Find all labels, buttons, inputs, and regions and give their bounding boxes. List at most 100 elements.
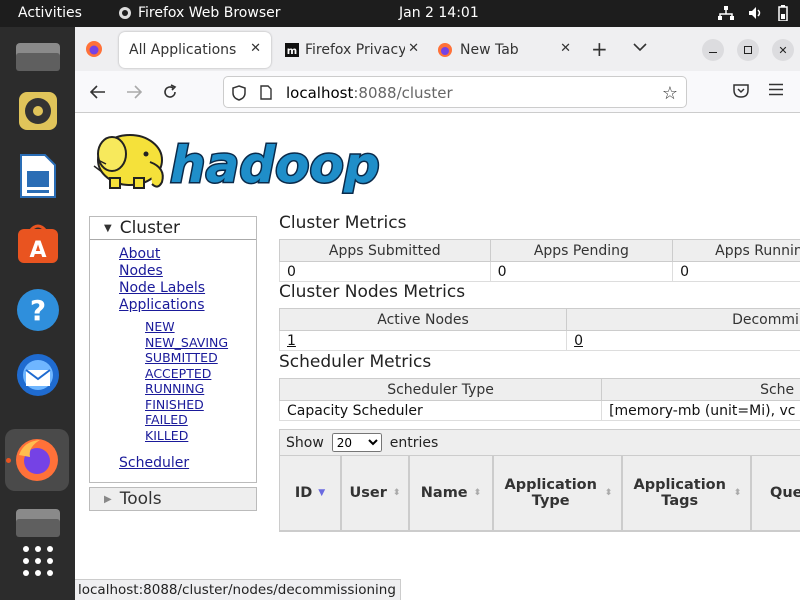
cluster-metrics-table: Apps Submitted Apps Pending Apps Runnin … (279, 239, 800, 282)
maximize-icon[interactable] (737, 39, 759, 61)
cluster-title: Cluster (119, 218, 181, 238)
sidebar-link-applications[interactable]: Applications (119, 297, 256, 314)
minimize-icon[interactable] (702, 39, 724, 61)
reload-icon[interactable] (158, 81, 182, 103)
sidebar-link-about[interactable]: About (119, 246, 256, 263)
hadoop-logo: hadoop (93, 134, 381, 196)
writer-dock-icon[interactable] (12, 150, 64, 202)
column-header-user[interactable]: User ⬍ (341, 456, 409, 531)
sidebar-link-node-labels[interactable]: Node Labels (119, 280, 256, 297)
tab-label: All Applications (129, 42, 237, 58)
firefox-view-icon[interactable] (85, 40, 103, 62)
sidebar-link-scheduler[interactable]: Scheduler (119, 455, 256, 472)
tab-new-tab[interactable]: New Tab ✕ (431, 32, 581, 68)
close-icon[interactable]: ✕ (250, 41, 261, 56)
node-metrics-title: Cluster Nodes Metrics (279, 282, 466, 302)
firefox-dock-icon[interactable] (5, 429, 69, 491)
state-link-submitted[interactable]: SUBMITTED (145, 350, 256, 366)
new-tab-plus-icon[interactable]: + (591, 37, 608, 61)
state-link-finished[interactable]: FINISHED (145, 397, 256, 413)
url-bar[interactable]: localhost:8088/cluster ☆ (223, 76, 687, 108)
volume-icon (749, 7, 761, 19)
table-cell: 0 (672, 261, 800, 282)
dock: A ? (0, 27, 75, 600)
column-header-id[interactable]: ID ▼ (279, 456, 341, 531)
back-arrow-icon[interactable] (86, 81, 110, 103)
state-link-new-saving[interactable]: NEW_SAVING (145, 335, 256, 351)
sidebar: ▼ Cluster About Nodes Node Labels Applic… (89, 216, 257, 511)
sidebar-link-nodes[interactable]: Nodes (119, 263, 256, 280)
tab-firefox-privacy[interactable]: m Firefox Privacy ✕ (279, 32, 429, 68)
battery-icon (778, 5, 788, 21)
window-close-icon[interactable]: ✕ (772, 39, 794, 61)
column-header: Apps Pending (489, 239, 674, 262)
tools-title: Tools (119, 489, 162, 509)
column-header-label: Name (420, 485, 468, 501)
decommissioning-nodes-link[interactable]: 0 (574, 333, 583, 349)
shield-icon[interactable] (232, 85, 246, 105)
state-link-accepted[interactable]: ACCEPTED (145, 366, 256, 382)
system-tray[interactable] (718, 5, 788, 21)
collapse-triangle-icon: ▼ (104, 222, 112, 234)
thunderbird-dock-icon[interactable] (12, 349, 64, 401)
svg-text:hadoop: hadoop (170, 136, 380, 194)
url-host: localhost (286, 84, 354, 102)
clock[interactable]: Jan 2 14:01 (399, 5, 479, 21)
pocket-icon[interactable] (733, 83, 749, 102)
column-header-queue[interactable]: Que (751, 456, 800, 531)
url-path: :8088/cluster (353, 84, 453, 102)
activities-button[interactable]: Activities (18, 5, 82, 21)
column-header-application-type[interactable]: Application Type ⬍ (493, 456, 622, 531)
table-cell: 0 (489, 261, 674, 282)
applications-table: Show 20 entries ID ▼ User ⬍ Name ⬍ Applicat… (279, 429, 800, 532)
column-header: Scheduler Type (278, 378, 603, 401)
column-header-name[interactable]: Name ⬍ (409, 456, 493, 531)
cluster-section-header[interactable]: ▼ Cluster (90, 217, 256, 240)
state-link-killed[interactable]: KILLED (145, 428, 256, 444)
nav-bar: localhost:8088/cluster ☆ (75, 71, 800, 113)
tab-all-applications[interactable]: All Applications ✕ (119, 32, 271, 68)
table-row: Capacity Scheduler [memory-mb (unit=Mi),… (278, 400, 800, 421)
node-metrics-table: Active Nodes Decommi 1 0 (278, 308, 800, 351)
column-header-application-tags[interactable]: Application Tags ⬍ (622, 456, 751, 531)
app-center-dock-icon[interactable]: A (12, 217, 64, 269)
help-dock-icon[interactable]: ? (12, 284, 64, 336)
svg-text:m: m (287, 46, 297, 57)
active-nodes-link[interactable]: 1 (287, 333, 296, 349)
tools-section-header[interactable]: ▶ Tools (89, 487, 257, 511)
firefox-tab-icon (438, 43, 452, 57)
sort-icon: ⬍ (473, 488, 482, 498)
list-tabs-chevron-icon[interactable] (633, 40, 647, 56)
state-link-failed[interactable]: FAILED (145, 412, 256, 428)
table-cell: 0 (279, 261, 491, 282)
bookmark-star-icon[interactable]: ☆ (662, 83, 678, 104)
table-row: 0 0 0 (279, 261, 800, 282)
close-icon[interactable]: ✕ (560, 41, 571, 56)
rhythmbox-dock-icon[interactable] (12, 85, 64, 137)
show-label: Show (286, 434, 324, 451)
link-status-bar: localhost:8088/cluster/nodes/decommissio… (75, 579, 401, 600)
mozilla-icon: m (285, 43, 299, 57)
table-cell: Capacity Scheduler (278, 400, 603, 421)
sort-icon: ⬍ (392, 488, 401, 498)
column-header: Sche (601, 378, 800, 401)
page-icon[interactable] (260, 85, 272, 104)
close-icon[interactable]: ✕ (408, 41, 419, 56)
cluster-metrics-title: Cluster Metrics (279, 213, 407, 233)
tab-label: Firefox Privacy (305, 42, 405, 58)
hamburger-menu-icon[interactable] (769, 83, 783, 100)
scheduler-metrics-table: Scheduler Type Sche Capacity Scheduler [… (278, 378, 800, 421)
page-content: hadoop ▼ Cluster About Nodes Node Labels… (75, 113, 800, 600)
column-header-label: Application Type (504, 477, 597, 509)
forward-arrow-icon[interactable] (122, 81, 146, 103)
state-link-running[interactable]: RUNNING (145, 381, 256, 397)
expand-triangle-icon: ▶ (104, 493, 112, 505)
firefox-small-icon (119, 7, 131, 19)
entries-select[interactable]: 20 (331, 433, 382, 452)
app-menu[interactable]: Firefox Web Browser (118, 5, 281, 21)
app-state-links: NEW NEW_SAVING SUBMITTED ACCEPTED RUNNIN… (119, 319, 256, 443)
state-link-new[interactable]: NEW (145, 319, 256, 335)
svg-text:A: A (29, 238, 46, 263)
show-apps-icon[interactable] (12, 535, 64, 587)
files-dock-icon[interactable] (12, 31, 64, 83)
